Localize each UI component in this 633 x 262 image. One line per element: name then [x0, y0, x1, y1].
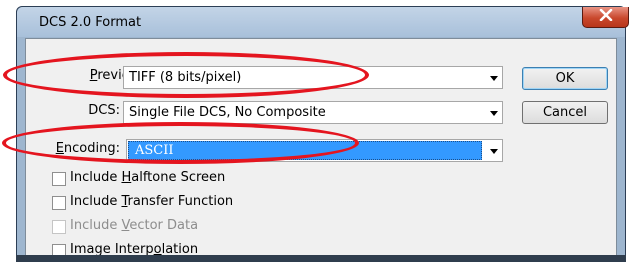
title-bar[interactable]: DCS 2.0 Format	[17, 7, 629, 37]
vector-data-checkbox[interactable]	[52, 220, 66, 234]
chevron-down-icon	[490, 111, 498, 116]
chevron-down-icon	[490, 76, 498, 81]
preview-select[interactable]: TIFF (8 bits/pixel)	[123, 66, 503, 89]
encoding-select[interactable]: ASCII	[126, 139, 503, 162]
dialog-window: DCS 2.0 Format Preview: TIFF (8 bits/pix…	[16, 6, 629, 262]
window-title: DCS 2.0 Format	[39, 15, 142, 30]
dialog-client-area: Preview: TIFF (8 bits/pixel) DCS: Single…	[25, 38, 617, 262]
close-icon	[599, 8, 613, 25]
transfer-function-checkbox[interactable]	[52, 196, 66, 210]
encoding-selection-highlight	[128, 141, 482, 160]
ok-button[interactable]: OK	[522, 67, 608, 90]
halftone-screen-checkbox[interactable]	[52, 172, 66, 186]
encoding-select-value: ASCII	[135, 143, 174, 158]
window-bottom-edge	[16, 255, 626, 262]
halftone-screen-label: Include Halftone Screen	[70, 170, 226, 185]
transfer-function-label: Include Transfer Function	[70, 194, 234, 209]
cancel-button[interactable]: Cancel	[522, 101, 608, 124]
encoding-label: Encoding:	[55, 141, 120, 156]
close-button[interactable]	[582, 7, 629, 28]
preview-select-value: TIFF (8 bits/pixel)	[129, 70, 242, 85]
dcs-select-value: Single File DCS, No Composite	[129, 105, 326, 120]
dcs-label: DCS:	[88, 103, 120, 118]
vector-data-label: Include Vector Data	[70, 218, 199, 233]
chevron-down-icon	[490, 149, 498, 154]
dcs-select[interactable]: Single File DCS, No Composite	[123, 101, 503, 124]
